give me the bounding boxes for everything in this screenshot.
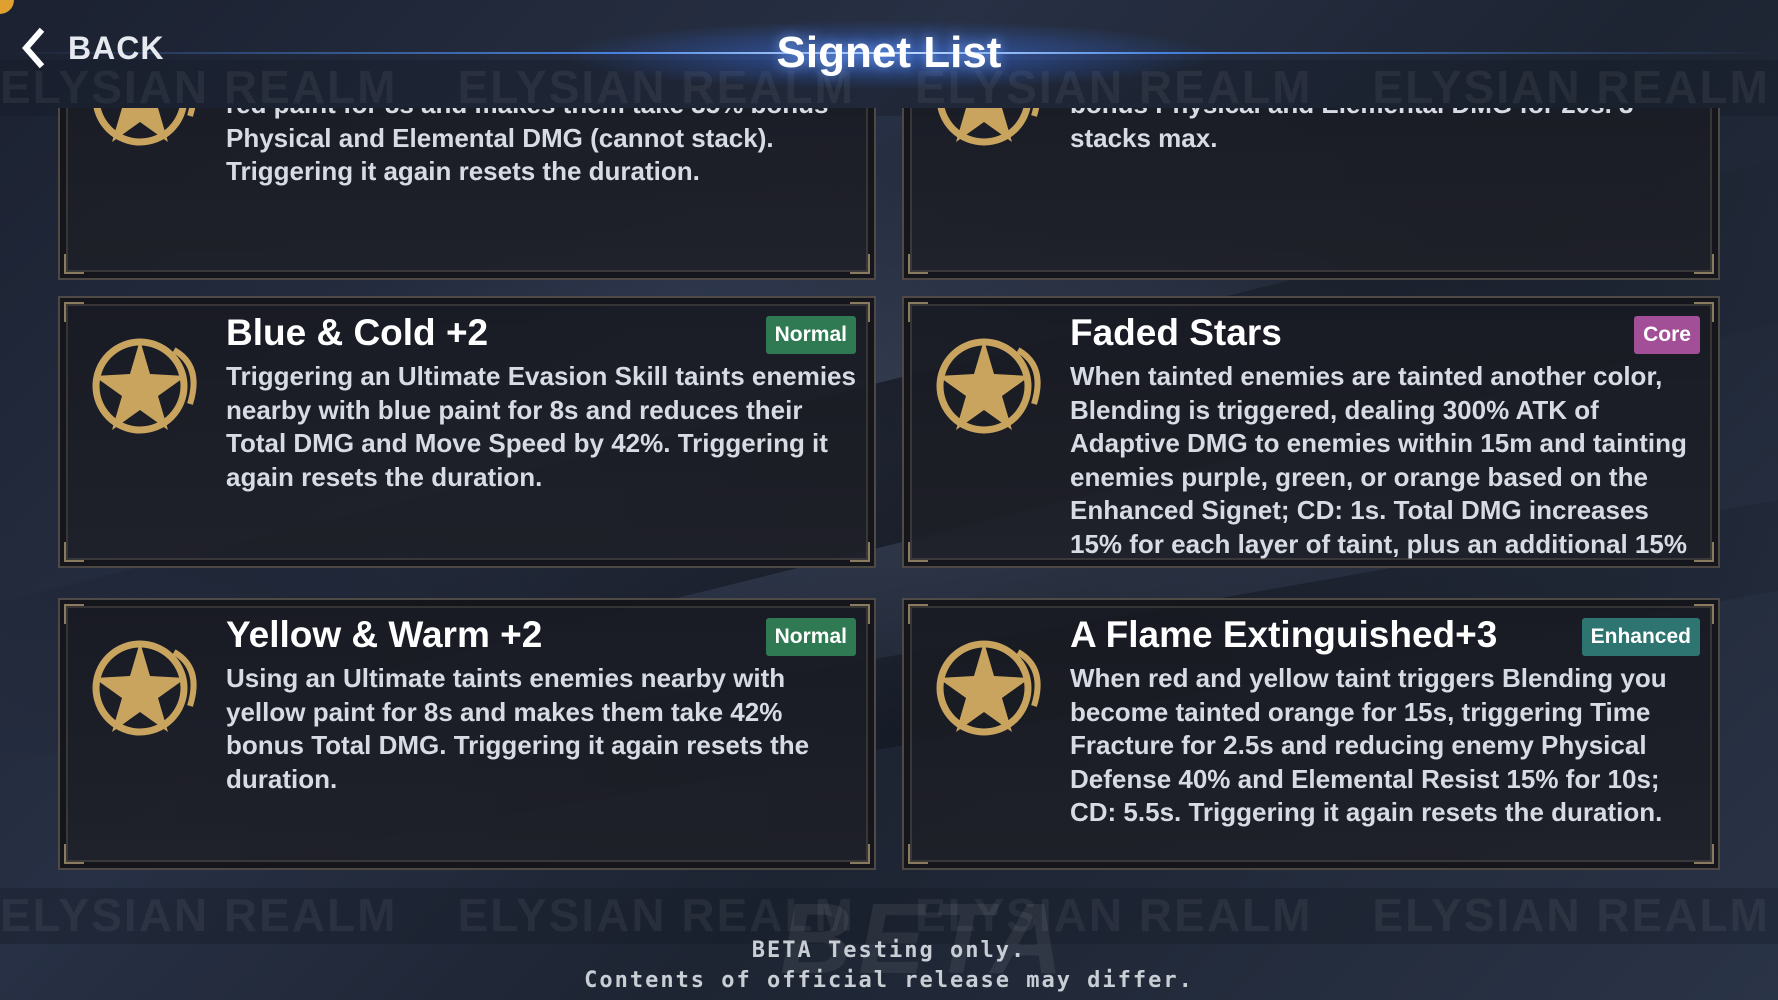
card-corner xyxy=(64,542,84,562)
signet-card[interactable]: red paint for 8s and makes them take 35%… xyxy=(58,108,876,280)
rarity-badge: Normal xyxy=(765,618,856,656)
signet-card[interactable]: bonus Physical and Elemental DMG for 20s… xyxy=(902,108,1720,280)
signet-name: Faded Stars xyxy=(1070,312,1282,353)
signet-description: When tainted enemies are tainted another… xyxy=(1070,361,1687,564)
signet-description: bonus Physical and Elemental DMG for 20s… xyxy=(1070,108,1634,153)
signet-description: red paint for 8s and makes them take 35%… xyxy=(226,108,829,186)
card-corner xyxy=(1694,254,1714,274)
signet-card-flame-extinguished[interactable]: A Flame Extinguished+3 Enhanced When red… xyxy=(902,598,1720,870)
card-corner xyxy=(1694,844,1714,864)
card-corner xyxy=(850,542,870,562)
beta-notice: BETA Testing only. Contents of official … xyxy=(0,936,1778,996)
card-corner xyxy=(908,302,928,322)
signet-emblem-icon xyxy=(936,338,1041,434)
page-title: Signet List xyxy=(776,28,1002,77)
rarity-badge: Normal xyxy=(765,316,856,354)
card-corner xyxy=(908,844,928,864)
signet-description: Using an Ultimate taints enemies nearby … xyxy=(226,663,810,794)
card-corner xyxy=(850,254,870,274)
beta-notice-line1: BETA Testing only. xyxy=(751,938,1027,963)
signet-emblem-icon xyxy=(92,338,197,434)
card-corner xyxy=(64,254,84,274)
card-corner xyxy=(64,844,84,864)
card-corner xyxy=(908,604,928,624)
card-corner xyxy=(908,542,928,562)
signet-card-yellow-warm[interactable]: Yellow & Warm +2 Normal Using an Ultimat… xyxy=(58,598,876,870)
signet-name: A Flame Extinguished+3 xyxy=(1070,614,1498,655)
signet-name: Yellow & Warm +2 xyxy=(226,614,543,655)
signet-emblem-icon xyxy=(936,640,1041,736)
card-corner xyxy=(908,254,928,274)
signet-card-faded-stars[interactable]: Faded Stars Core When tainted enemies ar… xyxy=(902,296,1720,568)
card-corner xyxy=(64,302,84,322)
card-corner xyxy=(850,844,870,864)
header: BACK Signet List xyxy=(0,0,1778,108)
signet-emblem-icon xyxy=(937,108,1040,146)
beta-notice-line2: Contents of official release may differ. xyxy=(584,968,1194,993)
signet-name: Blue & Cold +2 xyxy=(226,312,489,353)
rarity-badge: Enhanced xyxy=(1581,618,1700,656)
signet-emblem-icon xyxy=(93,108,196,146)
signet-list[interactable]: red paint for 8s and makes them take 35%… xyxy=(0,108,1778,884)
rarity-badge: Core xyxy=(1634,316,1700,354)
signet-emblem-icon xyxy=(92,640,197,736)
signet-card-blue-cold[interactable]: Blue & Cold +2 Normal Triggering an Ulti… xyxy=(58,296,876,568)
card-corner xyxy=(64,604,84,624)
signet-description: When red and yellow taint triggers Blend… xyxy=(1070,663,1667,827)
signet-description: Triggering an Ultimate Evasion Skill tai… xyxy=(226,361,856,492)
